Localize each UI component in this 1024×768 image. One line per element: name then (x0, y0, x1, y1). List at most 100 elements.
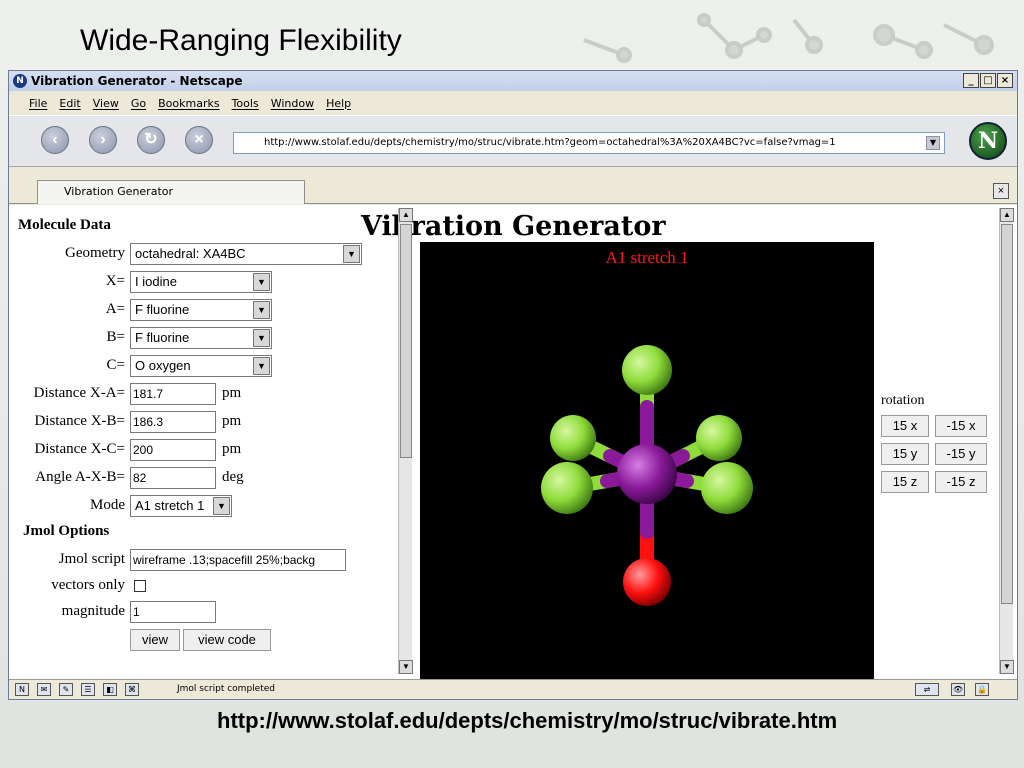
fluorine-atom-front-left (541, 462, 593, 514)
b-atom-select[interactable]: F fluorine ▼ (130, 327, 272, 349)
stop-icon: × (194, 131, 204, 148)
distance-xa-input[interactable]: 181.7 (130, 383, 216, 405)
netscape-logo-icon: N (13, 74, 27, 88)
b-label: B= (106, 329, 125, 345)
maximize-button[interactable]: □ (980, 73, 996, 88)
page-content: Vibration Generator Molecule Data Geomet… (9, 205, 1017, 679)
view-button[interactable]: view (130, 629, 180, 651)
chevron-down-icon: ▼ (253, 357, 270, 375)
close-window-button[interactable]: × (997, 73, 1013, 88)
connection-icon: ⇌ (915, 683, 939, 696)
slide-title: Wide-Ranging Flexibility (80, 24, 402, 57)
distance-xc-input[interactable]: 200 (130, 439, 216, 461)
addressbook-icon[interactable]: ☰ (81, 683, 95, 696)
jmol-script-label: Jmol script (58, 551, 125, 567)
back-button[interactable]: ‹ (41, 126, 69, 154)
vectors-only-checkbox[interactable] (134, 580, 146, 592)
mode-select[interactable]: A1 stretch 1 ▼ (130, 495, 232, 517)
menu-bar: File Edit View Go Bookmarks Tools Window… (9, 93, 1017, 113)
a-label: A= (105, 301, 125, 317)
scroll-thumb[interactable] (400, 224, 412, 458)
reload-icon: ↻ (144, 131, 158, 148)
minimize-button[interactable]: _ (963, 73, 979, 88)
jmol-options-heading: Jmol Options (23, 523, 110, 539)
menu-bookmarks[interactable]: Bookmarks (158, 97, 219, 110)
iodine-atom-center (617, 444, 677, 504)
url-dropdown-icon[interactable]: ▼ (926, 136, 940, 150)
magnitude-input[interactable]: 1 (130, 601, 216, 623)
distance-xb-label: Distance X-B= (34, 413, 125, 429)
back-arrow-icon: ‹ (52, 131, 58, 148)
c-atom-select[interactable]: O oxygen ▼ (130, 355, 272, 377)
right-frame-scrollbar[interactable]: ▲ ▼ (999, 208, 1014, 674)
view-code-button[interactable]: view code (183, 629, 271, 651)
angle-axb-input[interactable]: 82 (130, 467, 216, 489)
close-tab-button[interactable]: × (993, 183, 1009, 199)
chevron-down-icon: ▼ (253, 329, 270, 347)
rotation-label: rotation (881, 393, 925, 408)
chevron-down-icon: ▼ (343, 245, 360, 263)
angle-axb-label: Angle A-X-B= (35, 469, 125, 485)
mail-icon[interactable]: ✉ (37, 683, 51, 696)
scroll-down-icon[interactable]: ▼ (399, 660, 413, 674)
tab-vibration-generator[interactable]: Vibration Generator (37, 180, 305, 204)
browser-window: N Vibration Generator - Netscape _ □ × F… (8, 70, 1018, 700)
vectors-only-label: vectors only (51, 577, 125, 593)
forward-arrow-icon: › (100, 131, 106, 148)
scroll-down-icon[interactable]: ▼ (1000, 660, 1014, 674)
menu-go[interactable]: Go (131, 97, 146, 110)
geometry-select[interactable]: octahedral: XA4BC ▼ (130, 243, 362, 265)
menu-file[interactable]: File (29, 97, 47, 110)
menu-help[interactable]: Help (326, 97, 351, 110)
distance-xc-unit: pm (222, 441, 242, 457)
distance-xa-unit: pm (222, 385, 242, 401)
decorative-molecule-art (583, 13, 994, 63)
fluorine-atom-top (622, 345, 672, 395)
status-bar: N ✉ ✎ ☰ ◧ ⌘ Jmol script completed ⇌ 👁 🔒 (9, 679, 1017, 699)
menu-tools[interactable]: Tools (232, 97, 259, 110)
rotate-15z-button[interactable]: 15 z (881, 471, 929, 493)
forward-button[interactable]: › (89, 126, 117, 154)
chat-icon[interactable]: ◧ (103, 683, 117, 696)
rotate-neg15z-button[interactable]: -15 z (935, 471, 987, 493)
rotate-neg15y-button[interactable]: -15 y (935, 443, 987, 465)
chevron-down-icon: ▼ (213, 497, 230, 515)
angle-unit: deg (222, 469, 244, 485)
menu-edit[interactable]: Edit (59, 97, 80, 110)
jmol-script-input[interactable]: wireframe .13;spacefill 25%;backg (130, 549, 346, 571)
fluorine-atom-back-left (550, 415, 596, 461)
netscape-throbber-icon[interactable]: N (969, 122, 1007, 160)
scroll-up-icon[interactable]: ▲ (399, 208, 413, 222)
scroll-thumb[interactable] (1001, 224, 1013, 604)
menu-window[interactable]: Window (271, 97, 314, 110)
chevron-down-icon: ▼ (253, 273, 270, 291)
stop-button[interactable]: × (185, 126, 213, 154)
url-input[interactable]: http://www.stolaf.edu/depts/chemistry/mo… (233, 132, 945, 154)
left-frame-scrollbar[interactable]: ▲ ▼ (398, 208, 413, 674)
c-label: C= (106, 357, 125, 373)
window-title: Vibration Generator - Netscape (31, 74, 243, 88)
rotate-neg15x-button[interactable]: -15 x (935, 415, 987, 437)
distance-xb-input[interactable]: 186.3 (130, 411, 216, 433)
x-atom-select[interactable]: I iodine ▼ (130, 271, 272, 293)
fluorine-atom-front-right (701, 462, 753, 514)
a-atom-select[interactable]: F fluorine ▼ (130, 299, 272, 321)
menu-view[interactable]: View (93, 97, 119, 110)
scroll-up-icon[interactable]: ▲ (1000, 208, 1014, 222)
jmol-viewer[interactable]: A1 stretch 1 (420, 242, 874, 679)
composer-icon[interactable]: ✎ (59, 683, 73, 696)
chevron-down-icon: ▼ (253, 301, 270, 319)
privacy-icon[interactable]: 👁 (951, 683, 965, 696)
irc-icon[interactable]: ⌘ (125, 683, 139, 696)
magnitude-label: magnitude (61, 603, 125, 619)
mode-label: Mode (90, 497, 125, 513)
security-lock-icon[interactable]: 🔒 (975, 683, 989, 696)
molecule-render (541, 345, 753, 606)
rotate-15x-button[interactable]: 15 x (881, 415, 929, 437)
vibration-mode-label: A1 stretch 1 (605, 248, 689, 267)
distance-xb-unit: pm (222, 413, 242, 429)
slide-footer-url: http://www.stolaf.edu/depts/chemistry/mo… (217, 708, 838, 733)
reload-button[interactable]: ↻ (137, 126, 165, 154)
rotate-15y-button[interactable]: 15 y (881, 443, 929, 465)
navigator-icon[interactable]: N (15, 683, 29, 696)
